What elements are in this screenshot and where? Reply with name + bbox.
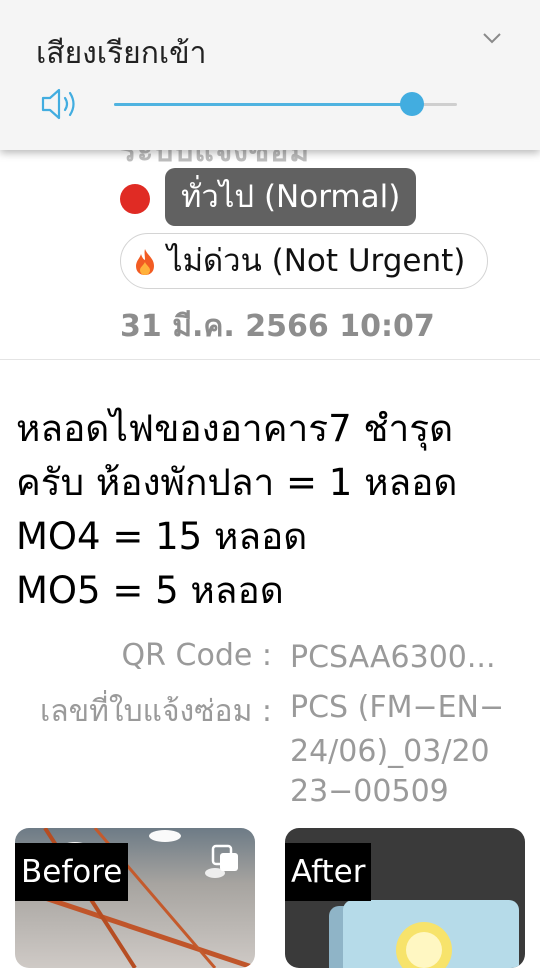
volume-slider-fill (114, 103, 413, 106)
ticket-description: หลอดไฟของอาคาร7 ชำรุด ครับ ห้องพักปลา = … (16, 402, 536, 618)
description-line: MO5 = 5 หลอด (16, 569, 284, 612)
fire-icon (136, 249, 154, 275)
ticket-date: 31 มี.ค. 2566 10:07 (120, 309, 435, 344)
speaker-icon[interactable] (40, 86, 80, 122)
after-tag: After (285, 843, 372, 901)
volume-title: เสียงเรียกเข้า (36, 36, 207, 71)
repair-number-label: เลขที่ใบแจ้งซ่อม : (40, 694, 272, 729)
multiple-images-icon (211, 844, 238, 871)
type-chip[interactable]: ทั่วไป (Normal) (165, 168, 417, 226)
description-line: หลอดไฟของอาคาร7 ชำรุด (16, 407, 454, 450)
urgency-label: ไม่ด่วน (Not Urgent) (167, 243, 466, 279)
status-dot (120, 184, 150, 214)
qr-code-label: QR Code : (121, 638, 272, 673)
before-tag: Before (15, 843, 129, 901)
description-line: ครับ ห้องพักปลา = 1 หลอด (16, 461, 458, 504)
image-placeholder-icon (329, 900, 519, 968)
volume-slider[interactable] (114, 92, 457, 116)
chevron-down-icon[interactable] (480, 26, 504, 50)
before-photo[interactable]: Before (15, 828, 255, 968)
urgency-chip[interactable]: ไม่ด่วน (Not Urgent) (120, 233, 488, 289)
repair-number-value-line: 23−00509 (290, 774, 449, 809)
volume-slider-thumb[interactable] (400, 92, 425, 116)
divider (0, 359, 540, 360)
after-photo[interactable]: After (285, 828, 525, 968)
repair-number-value-line: 24/06)_03/20 (290, 734, 490, 769)
repair-number-value-line: PCS (FM−EN− (290, 690, 505, 725)
description-line: MO4 = 15 หลอด (16, 515, 308, 558)
volume-panel: เสียงเรียกเข้า (0, 0, 540, 150)
qr-code-value: PCSAA6300... (290, 640, 496, 675)
